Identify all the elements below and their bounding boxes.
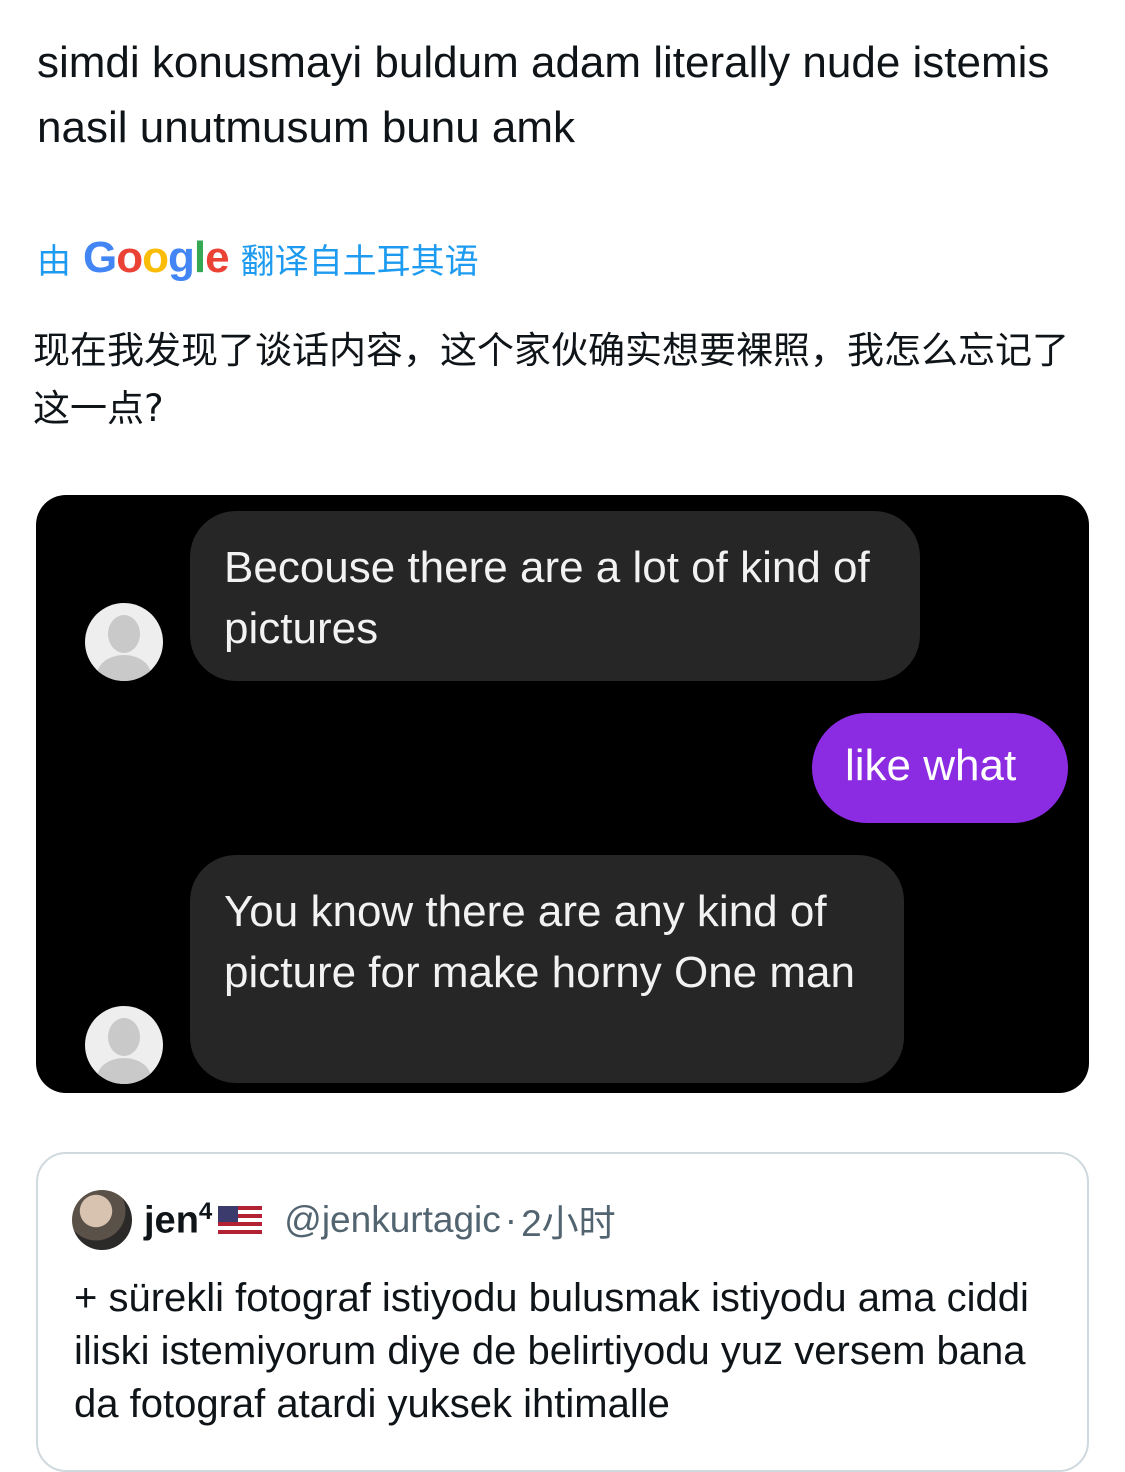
quoted-author-handle[interactable]: @jenkurtagic (284, 1199, 501, 1241)
avatar[interactable] (72, 1190, 132, 1250)
quoted-tweet[interactable]: jen4 @jenkurtagic · 2小时 + sürekli fotogr… (36, 1152, 1089, 1472)
default-avatar-icon (85, 1006, 163, 1084)
incoming-message-bubble: You know there are any kind of picture f… (190, 855, 904, 1083)
translation-attribution[interactable]: 由 Google 翻译自土耳其语 (37, 228, 479, 288)
incoming-message-bubble: Becouse there are a lot of kind of pictu… (190, 511, 920, 681)
timestamp[interactable]: 2小时 (521, 1193, 616, 1247)
default-avatar-icon (85, 603, 163, 681)
quoted-author-name[interactable]: jen4 (144, 1198, 212, 1243)
us-flag-icon (218, 1206, 263, 1234)
translated-text: 现在我发现了谈话内容，这个家伙确实想要裸照，我怎么忘记了这一点? (33, 329, 1069, 430)
outgoing-message-bubble: like what (812, 713, 1068, 823)
translate-prefix: 由 (37, 242, 71, 281)
translate-suffix: 翻译自土耳其语 (240, 242, 479, 281)
tweet-text: simdi konusmayi buldum adam literally nu… (37, 38, 1050, 152)
name-superscript: 4 (198, 1197, 213, 1225)
google-logo: Google (83, 233, 230, 282)
separator-dot: · (504, 1199, 518, 1240)
quoted-tweet-header: jen4 @jenkurtagic · 2小时 (72, 1190, 616, 1250)
chat-screenshot-image[interactable]: Becouse there are a lot of kind of pictu… (36, 495, 1089, 1093)
quoted-tweet-text: + sürekli fotograf istiyodu bulusmak ist… (74, 1276, 1029, 1426)
